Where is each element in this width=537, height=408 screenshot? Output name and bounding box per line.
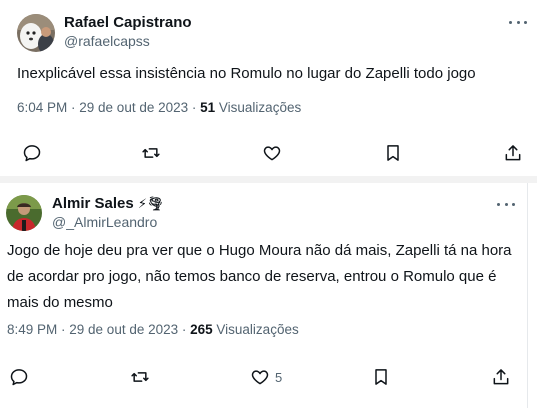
separator (0, 176, 537, 183)
share-button[interactable] (503, 142, 523, 164)
tweet-card[interactable]: Rafael Capistrano @rafaelcapss Inexplicá… (0, 0, 537, 176)
like-button[interactable]: 5 (250, 366, 282, 388)
reply-button[interactable] (9, 366, 29, 388)
views-count: 51 (200, 100, 216, 115)
timestamp[interactable]: 8:49 PM · 29 de out de 2023 · (7, 322, 190, 337)
avatar[interactable] (6, 195, 42, 231)
bookmark-button[interactable] (371, 366, 391, 388)
like-icon (251, 370, 269, 385)
action-bar: 5 (0, 366, 528, 388)
author-handle[interactable]: @_AlmirLeandro (52, 214, 157, 230)
name-emojis: ⚡🌪 (137, 196, 164, 211)
action-bar (0, 142, 537, 164)
more-icon[interactable] (509, 19, 527, 25)
reply-button[interactable] (22, 142, 42, 164)
like-icon (263, 146, 281, 161)
tweet-text: Inexplicável essa insistência no Romulo … (17, 65, 476, 82)
retweet-icon (142, 148, 160, 158)
author-name[interactable]: Almir Sales ⚡🌪 (52, 195, 164, 212)
timestamp[interactable]: 6:04 PM · 29 de out de 2023 · (17, 100, 200, 115)
share-button[interactable] (491, 366, 511, 388)
tweet-meta: 8:49 PM · 29 de out de 2023 · 265 Visual… (7, 322, 299, 337)
tweet-meta: 6:04 PM · 29 de out de 2023 · 51 Visuali… (17, 100, 301, 115)
author-handle[interactable]: @rafaelcapss (64, 33, 150, 49)
like-count: 5 (275, 369, 283, 385)
retweet-button[interactable] (130, 366, 150, 388)
share-icon (505, 145, 521, 161)
share-icon (493, 369, 509, 385)
reply-icon (23, 145, 41, 162)
more-icon[interactable] (497, 201, 515, 207)
bookmark-button[interactable] (383, 142, 403, 164)
bookmark-icon (387, 145, 399, 161)
author-name[interactable]: Rafael Capistrano (64, 14, 192, 31)
views-label: Visualizações (212, 322, 299, 337)
views-count: 265 (190, 322, 213, 337)
tweet-text: Jogo de hoje deu pra ver que o Hugo Mour… (7, 242, 512, 311)
reply-icon (10, 369, 28, 386)
avatar[interactable] (17, 14, 55, 52)
retweet-button[interactable] (141, 142, 161, 164)
views-label: Visualizações (215, 100, 302, 115)
author-name-text: Almir Sales (52, 195, 134, 212)
tweet-card[interactable]: Almir Sales ⚡🌪 @_AlmirLeandro Jogo de ho… (0, 183, 528, 408)
retweet-icon (131, 372, 149, 382)
bookmark-icon (375, 369, 387, 385)
like-button[interactable] (262, 142, 287, 164)
